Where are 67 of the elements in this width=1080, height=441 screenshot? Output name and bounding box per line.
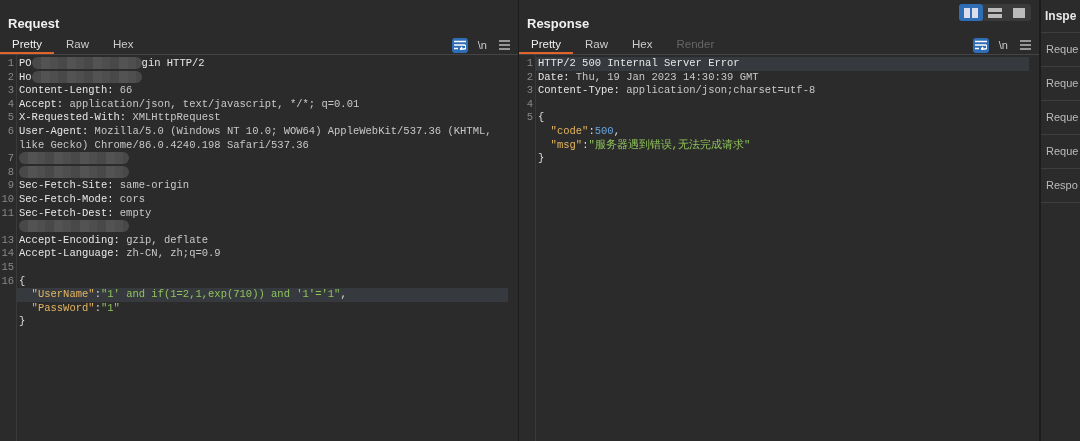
inspector-title: Inspe [1041,0,1080,33]
inspector-item[interactable]: Reque [1041,101,1080,135]
code-line: Accept-Encoding: gzip, deflate [19,233,210,248]
wrap-lines-button[interactable] [972,37,989,53]
wrap-icon [453,40,466,50]
line-number: 11 [1,206,14,219]
code-line: "PassWord":"1" [30,301,121,316]
code-line: Content-Type: application/json;charset=utf-8 [538,84,817,98]
line-number: 3 [526,84,533,97]
wrap-lines-button[interactable] [451,37,468,53]
code-line: Sec-Fetch-Dest: empty [19,206,153,221]
line-number: 1 [7,57,14,69]
code-line: Accept-Language: zh-CN, zh;q=0.9 [19,247,222,261]
newline-toggle[interactable]: \n [477,39,487,51]
code-line: "UserName":"1' and if(1=2,1,exp(710)) and '1'='1", [30,288,348,302]
menu-icon[interactable] [1020,40,1031,50]
line-number: 14 [1,247,14,260]
code-line: Sec-Fetch-Site: same-origin [19,179,191,193]
inspector-item[interactable]: Reque [1041,67,1080,101]
inspector-item[interactable]: Reque [1041,135,1080,169]
line-number: 15 [1,260,14,273]
inspector-item[interactable]: Reque [1041,33,1080,67]
line-number: 16 [1,274,14,287]
line-number: 2 [526,70,533,83]
line-number: 2 [7,70,14,83]
line-number: 5 [7,111,14,124]
code-line: Sec-Fetch-Mode: cors [19,192,147,207]
line-number: 5 [526,111,533,124]
layout-button[interactable] [959,4,983,21]
line-number: 9 [7,179,14,192]
line-number: 7 [7,152,14,165]
code-line: { [19,274,27,289]
header-name: PO [19,57,32,69]
panel-title: Request [8,16,60,33]
view-tab[interactable]: Raw [54,36,102,54]
code-line: } [19,315,27,329]
rows-icon [988,7,1002,18]
code-line: HTTP/2 500 Internal Server Error [538,57,741,71]
panel-title: Response [527,16,590,33]
code-line: "code":500, [549,124,621,139]
inspector-item[interactable]: Respo [1041,169,1080,203]
line-number: 1 [526,57,533,69]
newline-toggle[interactable]: \n [998,39,1008,51]
menu-icon[interactable] [499,40,510,50]
code-line: Date: Thu, 19 Jan 2023 14:30:39 GMT [538,70,760,85]
line-number: 4 [7,97,14,110]
line-number: 6 [7,124,14,137]
code-line: Content-Length: 66 [19,84,134,98]
code-line: User-Agent: Mozilla/5.0 (Windows NT 10.0; WOW64) AppleWebKit/537.36 (KHTML, like Gecko) Chrome/86.0.4240.198 Safari/537.36 [19,124,493,153]
line-number: 4 [526,97,533,110]
view-tab[interactable]: Hex [620,36,665,54]
line-number: 8 [7,165,14,178]
header-name: Ho [19,70,32,83]
code-line: { [538,111,546,125]
code-line: Accept: application/json, text/javascript, */*; q=0.01 [19,97,361,112]
line-number: 3 [7,84,14,97]
code-line: X-Requested-With: XMLHttpRequest [19,111,222,125]
line-number: 10 [1,192,14,205]
wrap-icon [974,40,987,50]
single-pane-icon [1013,7,1025,18]
code-line: "msg":"服务器遇到错误,无法完成请求" [549,138,752,153]
code-line: } [538,152,546,166]
columns-icon [964,7,978,18]
view-tab[interactable]: Raw [573,36,621,54]
header-name: gin HTTP/2 [141,57,205,69]
view-tab[interactable]: Hex [101,36,146,54]
line-number: 13 [1,233,14,246]
